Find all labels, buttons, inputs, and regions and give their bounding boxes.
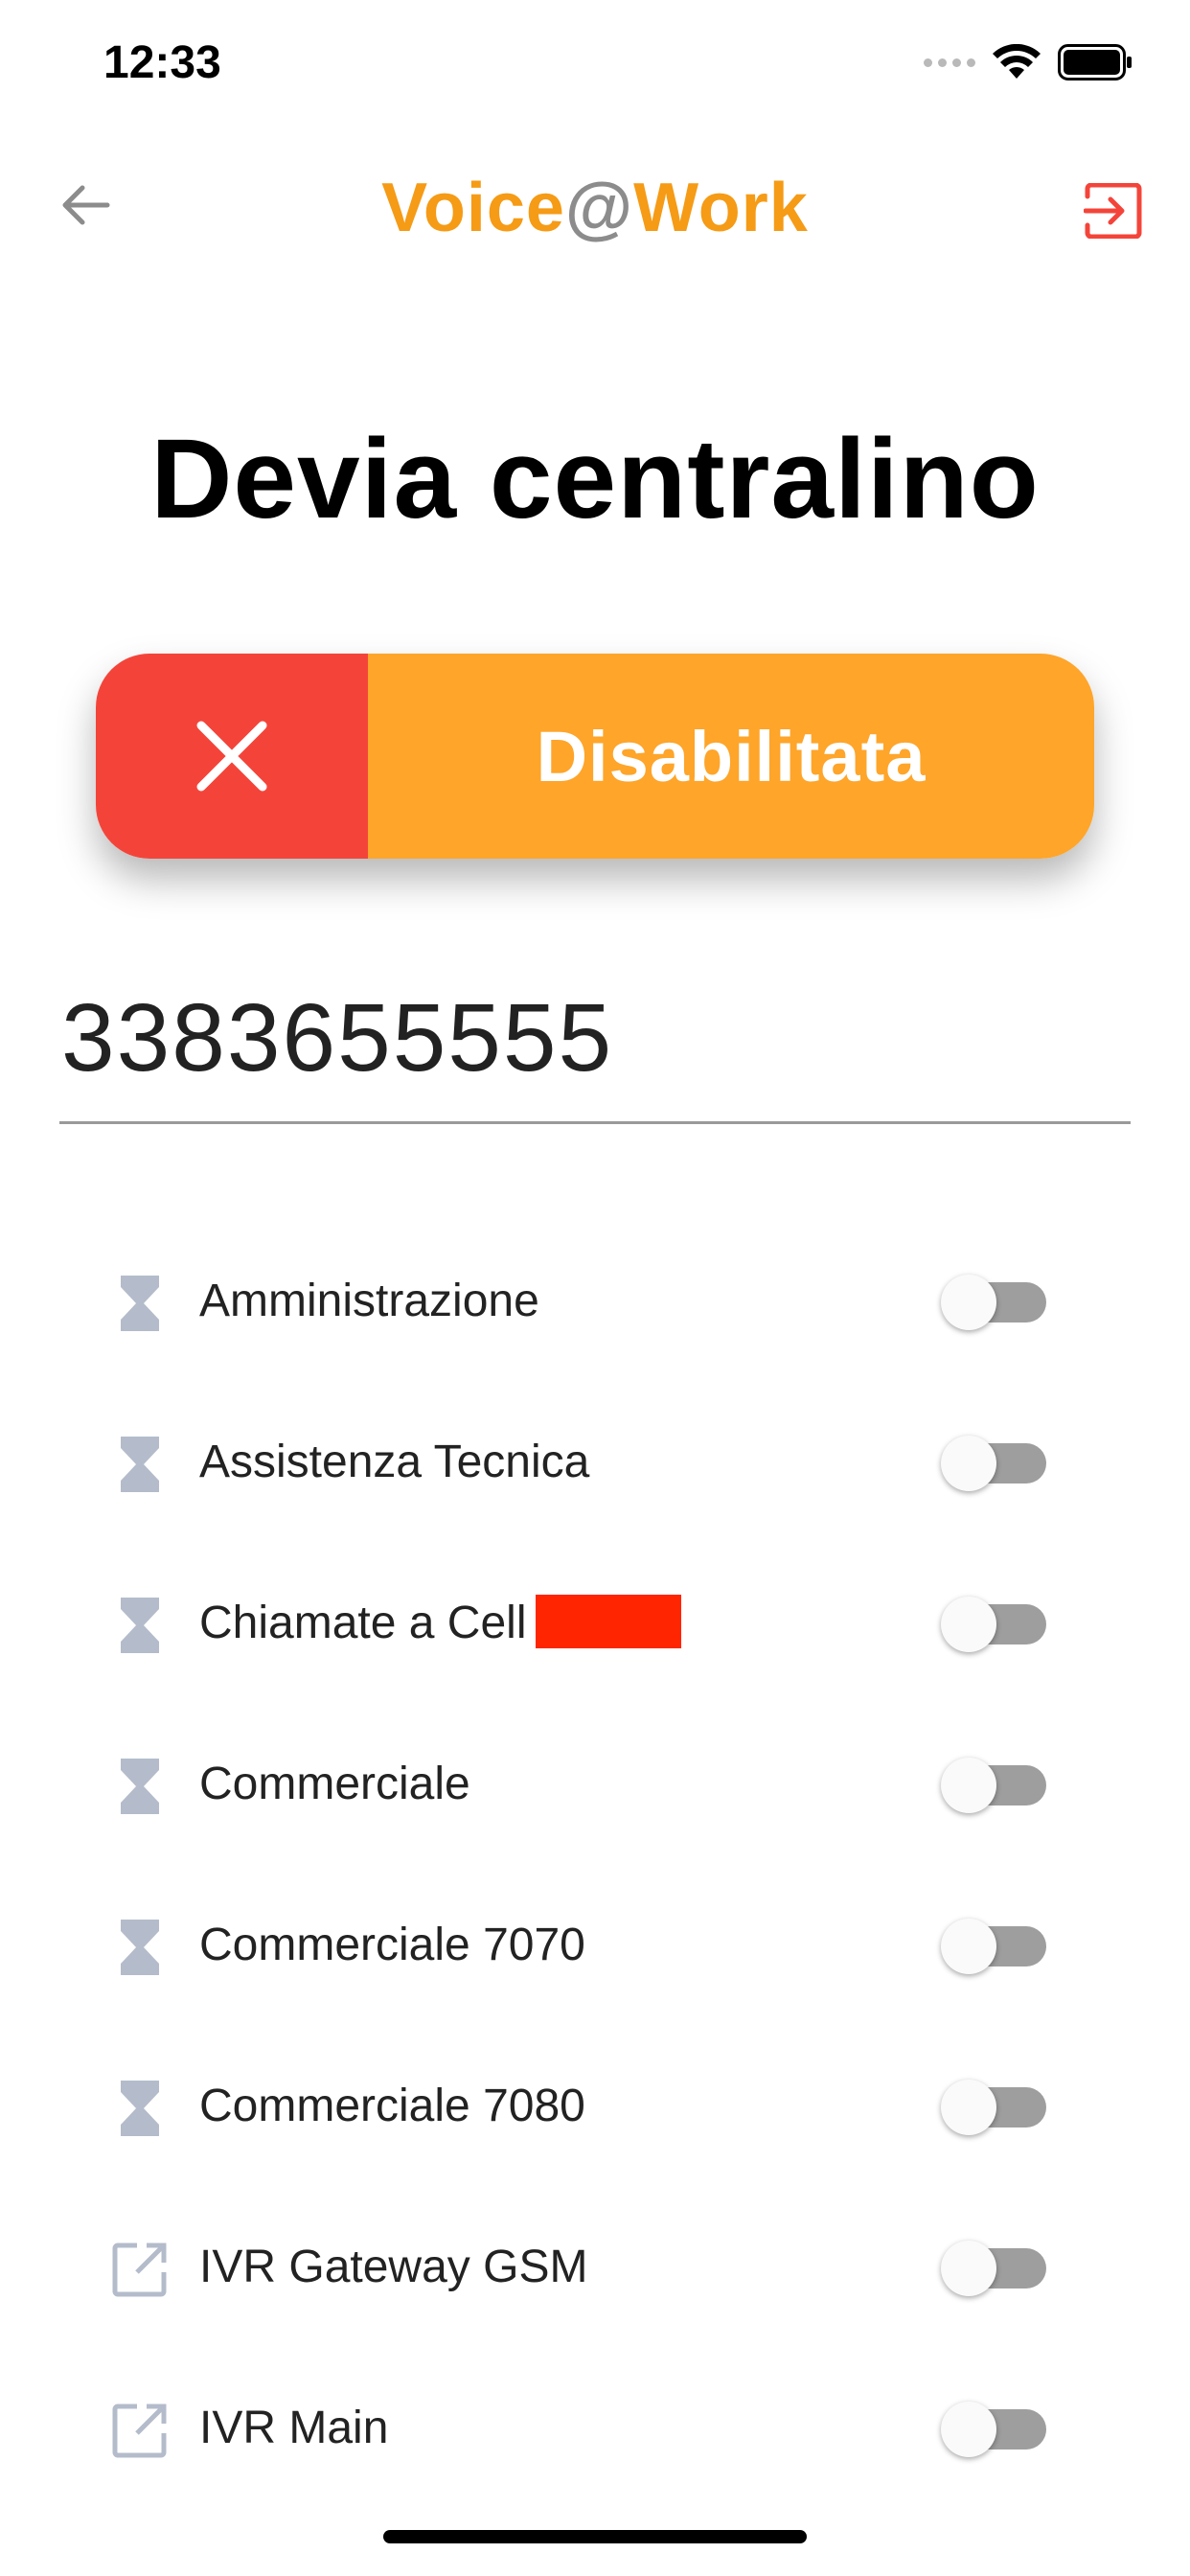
logout-icon	[1084, 183, 1142, 239]
close-icon	[196, 721, 267, 792]
status-time: 12:33	[103, 37, 221, 88]
list-item-label: IVR Main	[199, 2403, 389, 2453]
external-link-icon	[107, 2392, 172, 2469]
forward-number-value: 3383655555	[61, 984, 614, 1092]
list-item-label: Commerciale	[199, 1759, 470, 1809]
page-title: Devia centralino	[150, 416, 1040, 542]
group-toggle-switch[interactable]	[941, 1919, 1048, 1974]
status-icons	[924, 44, 1133, 80]
list-item-label: IVR Gateway GSM	[199, 2242, 588, 2292]
group-toggle-switch[interactable]	[941, 1436, 1048, 1491]
hourglass-icon	[107, 1265, 172, 1342]
list-item-label: Chiamate a Cell	[199, 1598, 527, 1648]
list-item-label: Assistenza Tecnica	[199, 1437, 590, 1487]
group-toggle-switch[interactable]	[941, 2080, 1048, 2135]
group-toggle-switch[interactable]	[941, 1758, 1048, 1813]
group-toggle-switch[interactable]	[941, 2402, 1048, 2457]
hourglass-icon	[107, 1587, 172, 1664]
group-toggle-switch[interactable]	[941, 1275, 1048, 1330]
nav-bar: Voice@Work	[0, 144, 1190, 268]
group-toggle-switch[interactable]	[941, 1597, 1048, 1652]
hourglass-icon	[107, 2070, 172, 2147]
app-title-work: Work	[633, 170, 809, 246]
toggle-icon-area	[96, 654, 368, 859]
wifi-icon	[993, 44, 1041, 79]
app-title-at: @	[564, 170, 634, 246]
forward-status-toggle[interactable]: Disabilitata	[96, 654, 1094, 859]
status-bar: 12:33	[0, 0, 1190, 126]
app-title-voice: Voice	[381, 170, 565, 246]
hourglass-icon	[107, 1909, 172, 1986]
list-item-label-wrap: Chiamate a Cell	[199, 1595, 682, 1652]
battery-icon	[1058, 44, 1132, 80]
hourglass-icon	[107, 1426, 172, 1503]
logout-button[interactable]	[1075, 172, 1152, 249]
list-item: Commerciale	[0, 1706, 1190, 1867]
list-item: Assistenza Tecnica	[0, 1384, 1190, 1545]
list-item: IVR Gateway GSM	[0, 2189, 1190, 2350]
forward-number-field[interactable]: 3383655555	[59, 958, 1131, 1124]
app-title: Voice@Work	[0, 169, 1190, 247]
list-item-label: Commerciale 7080	[199, 2081, 585, 2131]
list-item-label: Amministrazione	[199, 1276, 539, 1326]
list-item: IVR Main	[0, 2350, 1190, 2511]
toggle-status-label: Disabilitata	[368, 654, 1094, 859]
group-toggle-switch[interactable]	[941, 2241, 1048, 2296]
redaction-block	[536, 1595, 682, 1649]
list-item: Commerciale 7080	[0, 2028, 1190, 2189]
list-item: Chiamate a Cell	[0, 1545, 1190, 1706]
hourglass-icon	[107, 1748, 172, 1825]
list-item: Amministrazione	[0, 1223, 1190, 1384]
external-link-icon	[107, 2231, 172, 2308]
list-item: Commerciale 7070	[0, 1867, 1190, 2028]
list-item-label: Commerciale 7070	[199, 1920, 585, 1970]
home-indicator[interactable]	[383, 2530, 807, 2543]
signal-dots-icon	[924, 58, 975, 67]
